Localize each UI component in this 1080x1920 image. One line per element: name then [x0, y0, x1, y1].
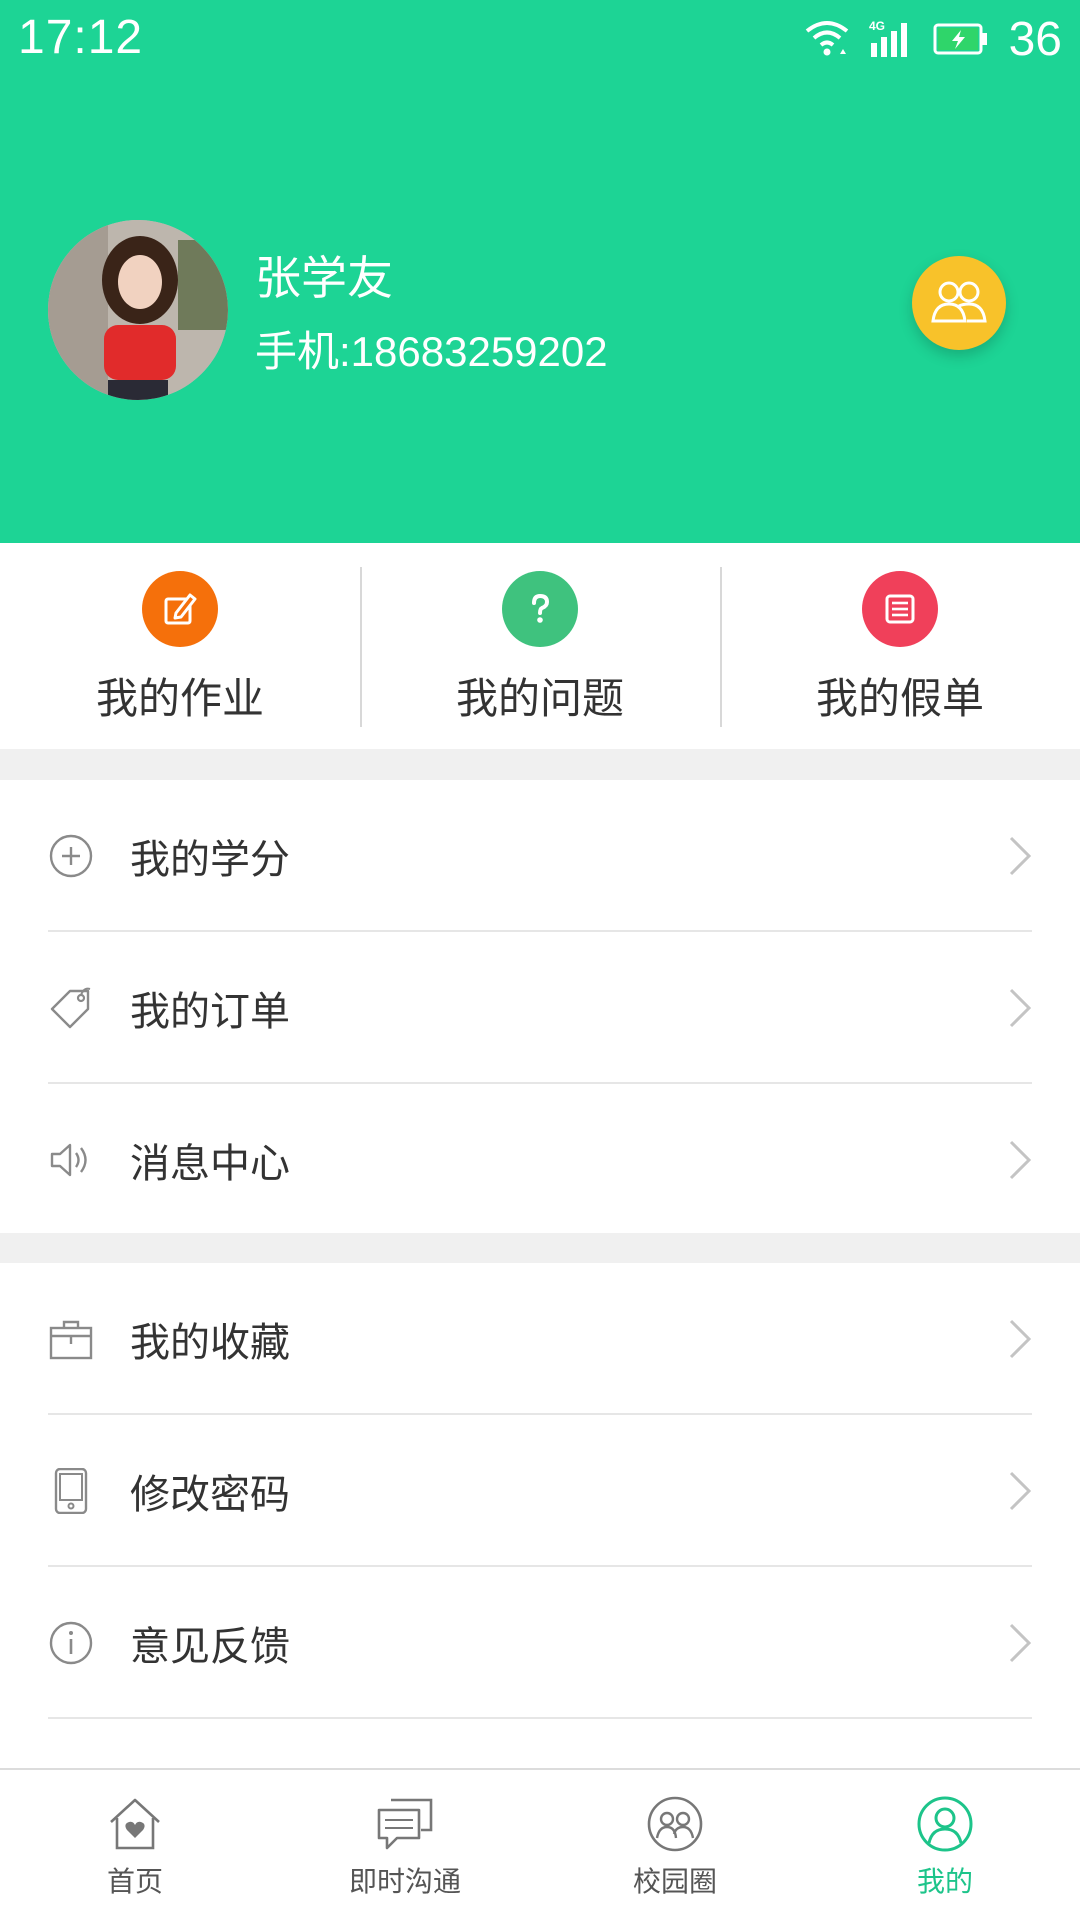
menu-item-feedback[interactable]: 意见反馈	[0, 1567, 1080, 1719]
info-icon	[49, 1621, 93, 1665]
battery-percent: 36	[1008, 12, 1062, 66]
quick-action-label: 我的假单	[815, 674, 984, 723]
tag-icon	[50, 987, 91, 1029]
status-time: 17:12	[18, 11, 144, 64]
user-icon	[917, 1796, 973, 1852]
chevron-right-icon	[1009, 988, 1032, 1028]
quick-action-label: 我的问题	[455, 674, 624, 723]
menu-item-label: 消息中心	[130, 1141, 290, 1187]
tab-label: 我的	[916, 1865, 973, 1898]
question-icon	[502, 571, 578, 647]
menu-item-change-password[interactable]: 修改密码	[0, 1415, 1080, 1567]
quick-action-questions[interactable]: 我的问题	[360, 543, 720, 749]
tab-mine[interactable]: 我的	[810, 1770, 1080, 1920]
campus-icon	[647, 1796, 703, 1852]
plus-circle-icon	[49, 834, 93, 878]
wifi-icon	[805, 21, 848, 56]
menu-item-orders[interactable]: 我的订单	[0, 932, 1080, 1084]
user-phone: 手机:18683259202	[255, 328, 608, 375]
phone-icon	[54, 1468, 88, 1514]
tab-chat[interactable]: 即时沟通	[270, 1770, 540, 1920]
chevron-right-icon	[1009, 1471, 1032, 1511]
menu-item-label: 我的学分	[130, 837, 290, 883]
chevron-right-icon	[1009, 1319, 1032, 1359]
menu-item-label: 我的订单	[130, 989, 290, 1035]
quick-action-leave[interactable]: 我的假单	[720, 543, 1080, 749]
box-icon	[49, 1320, 93, 1360]
home-icon	[110, 1798, 160, 1850]
profile-header: 17:12 4G 36 张学友 手机:18683259202	[0, 0, 1080, 543]
battery-icon	[933, 23, 987, 55]
menu-item-credits[interactable]: 我的学分	[0, 780, 1080, 932]
quick-action-label: 我的作业	[95, 674, 264, 723]
status-icons: 4G 36	[805, 12, 1062, 66]
tab-home[interactable]: 首页	[0, 1770, 270, 1920]
avatar-image	[48, 220, 228, 400]
network-type: 4G	[869, 19, 885, 33]
status-bar: 17:12 4G 36	[0, 0, 1080, 78]
avatar[interactable]	[48, 220, 228, 400]
quick-action-homework[interactable]: 我的作业	[0, 543, 360, 749]
group-icon	[931, 281, 987, 323]
user-name: 张学友	[255, 251, 393, 305]
group-button[interactable]	[912, 256, 1006, 350]
menu-item-label: 意见反馈	[130, 1624, 290, 1670]
menu-item-label: 我的收藏	[130, 1320, 290, 1366]
signal-icon: 4G	[869, 19, 907, 57]
quick-actions: 我的作业 我的问题 我的假单	[0, 543, 1080, 749]
chat-icon	[377, 1798, 433, 1850]
menu-group-1: 我的学分 我的订单 消息中心	[0, 780, 1080, 1233]
menu-item-favorites[interactable]: 我的收藏	[0, 1263, 1080, 1415]
bottom-tab-bar: 首页 即时沟通 校园圈 我的	[0, 1768, 1080, 1920]
list-icon	[862, 571, 938, 647]
tab-campus[interactable]: 校园圈	[540, 1770, 810, 1920]
tab-label: 首页	[106, 1865, 163, 1898]
chevron-right-icon	[1009, 836, 1032, 876]
edit-icon	[142, 571, 218, 647]
speaker-icon	[50, 1143, 87, 1177]
menu-group-2: 我的收藏 修改密码 意见反馈	[0, 1263, 1080, 1768]
chevron-right-icon	[1009, 1623, 1032, 1663]
tab-label: 校园圈	[632, 1865, 717, 1898]
menu-item-messages[interactable]: 消息中心	[0, 1084, 1080, 1236]
menu-item-label: 修改密码	[130, 1472, 290, 1518]
tab-label: 即时沟通	[348, 1865, 461, 1898]
chevron-right-icon	[1009, 1140, 1032, 1180]
